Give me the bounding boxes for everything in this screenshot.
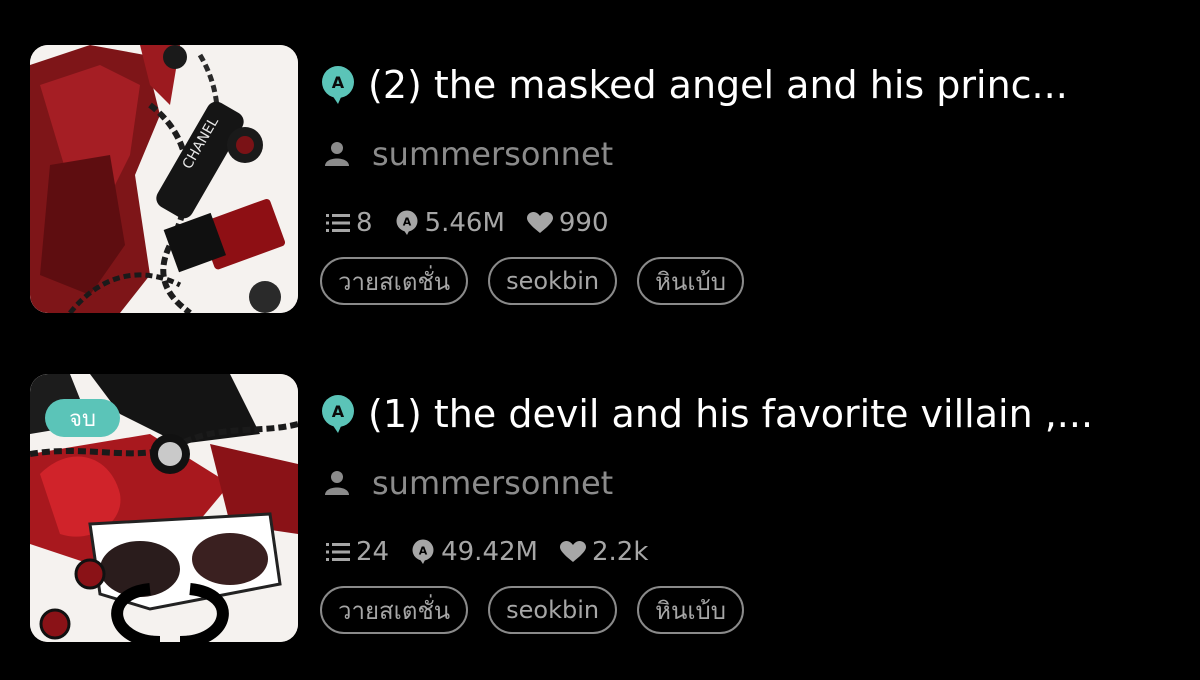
svg-text:A: A bbox=[419, 545, 428, 558]
person-icon bbox=[325, 142, 349, 166]
like-count: 2.2k bbox=[559, 537, 649, 567]
tag-chip[interactable]: seokbin bbox=[488, 257, 618, 305]
story-title[interactable]: (1) the devil and his favorite villain ,… bbox=[368, 392, 1093, 436]
chapter-count-value: 24 bbox=[356, 537, 390, 567]
views-icon: A bbox=[396, 210, 418, 235]
author-link[interactable]: summersonnet bbox=[324, 464, 613, 502]
tag-chip[interactable]: วายสเตชั่น bbox=[320, 586, 469, 634]
svg-text:A: A bbox=[332, 402, 345, 421]
view-count-value: 5.46M bbox=[424, 208, 505, 238]
tag-list: วายสเตชั่น seokbin หินเบ้บ bbox=[320, 257, 764, 305]
view-count: A 49.42M bbox=[411, 537, 538, 567]
chapter-count: 8 bbox=[326, 208, 373, 238]
view-count-value: 49.42M bbox=[441, 537, 538, 567]
list-icon bbox=[326, 543, 350, 561]
story-stats: 8 A 5.46M 990 bbox=[326, 208, 631, 238]
heart-icon bbox=[526, 212, 553, 233]
person-icon bbox=[325, 471, 349, 495]
comic-mark-icon: A bbox=[322, 395, 354, 433]
tag-list: วายสเตชั่น seokbin หินเบ้บ bbox=[320, 586, 764, 634]
cover-art-gloves-chanel: CHANEL bbox=[30, 45, 298, 313]
chapter-count-value: 8 bbox=[356, 208, 373, 238]
tag-chip[interactable]: หินเบ้บ bbox=[637, 257, 745, 305]
story-cover-image[interactable]: CHANEL bbox=[30, 45, 298, 313]
view-count: A 5.46M bbox=[395, 208, 505, 238]
views-icon: A bbox=[412, 539, 434, 564]
list-icon bbox=[326, 214, 350, 232]
story-title[interactable]: (2) the masked angel and his princ... bbox=[368, 63, 1068, 107]
author-link[interactable]: summersonnet bbox=[324, 135, 613, 173]
story-stats: 24 A 49.42M 2.2k bbox=[326, 537, 670, 567]
author-name: summersonnet bbox=[372, 135, 614, 173]
author-name: summersonnet bbox=[372, 464, 614, 502]
svg-text:A: A bbox=[332, 73, 345, 92]
svg-text:A: A bbox=[402, 216, 411, 229]
tag-chip[interactable]: หินเบ้บ bbox=[637, 586, 745, 634]
tag-chip[interactable]: วายสเตชั่น bbox=[320, 257, 469, 305]
story-cover-image[interactable]: จบ bbox=[30, 374, 298, 642]
like-count-value: 2.2k bbox=[591, 537, 649, 567]
story-card[interactable]: จบ A (1) the devil and his favorite vill… bbox=[30, 374, 1180, 644]
like-count: 990 bbox=[526, 208, 609, 238]
chapter-count: 24 bbox=[326, 537, 389, 567]
tag-chip[interactable]: seokbin bbox=[488, 586, 618, 634]
story-card[interactable]: CHANEL A (2) the masked angel and his pr… bbox=[30, 45, 1180, 315]
completed-badge: จบ bbox=[45, 399, 120, 437]
heart-icon bbox=[559, 541, 586, 562]
like-count-value: 990 bbox=[558, 208, 609, 238]
comic-mark-icon: A bbox=[322, 66, 354, 104]
